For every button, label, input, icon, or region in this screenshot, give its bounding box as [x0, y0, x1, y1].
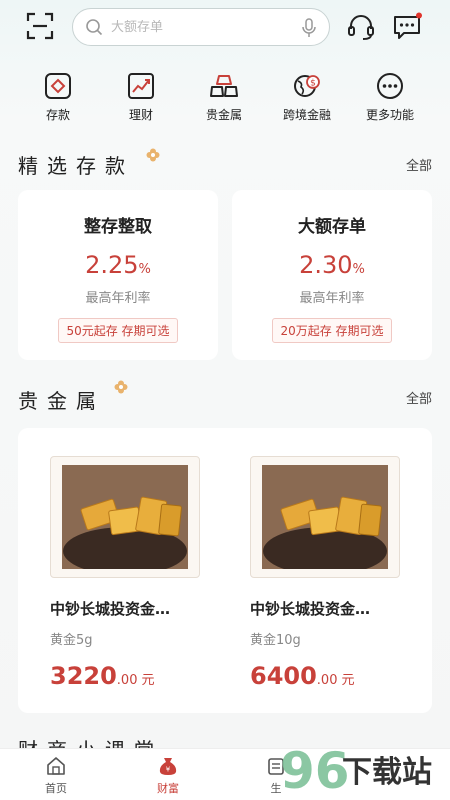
- flower-decoration-icon: [114, 380, 128, 394]
- deposit-rate-label: 最高年利率: [85, 291, 151, 306]
- gold-product-image: [250, 456, 400, 578]
- deposit-rate-label: 最高年利率: [299, 291, 365, 306]
- deposit-icon: [45, 73, 71, 99]
- top-bar: [0, 0, 450, 58]
- quick-item-deposit[interactable]: 存款: [18, 72, 98, 123]
- gold-product-image: [50, 456, 200, 578]
- deposit-card[interactable]: 大额存单 2.30% 最高年利率 20万起存 存期可选: [232, 190, 432, 360]
- gold-bars-image: [62, 465, 188, 569]
- quick-item-label: 理财: [128, 108, 153, 122]
- svg-text:96: 96: [280, 742, 350, 798]
- home-icon: [47, 757, 65, 775]
- deposit-rate: 2.30%: [299, 251, 365, 279]
- deposit-card[interactable]: 整存整取 2.25% 最高年利率 50元起存 存期可选: [18, 190, 218, 360]
- gold-bars-image: [262, 465, 388, 569]
- gold-product-card[interactable]: 中钞长城投资金… 黄金10g 6400.00 元: [250, 456, 400, 690]
- deposit-name: 大额存单: [298, 217, 366, 237]
- search-bar[interactable]: [72, 8, 330, 46]
- customer-service-icon[interactable]: [346, 12, 376, 42]
- gold-product-card[interactable]: 中钞长城投资金… 黄金5g 3220.00 元: [50, 456, 200, 690]
- deposit-tag: 20万起存 存期可选: [272, 318, 392, 343]
- quick-item-label: 存款: [45, 108, 70, 122]
- quick-item-more[interactable]: 更多功能: [350, 72, 430, 123]
- deposits-all-link[interactable]: 全部: [406, 155, 432, 174]
- tab-wealth[interactable]: ¥ 财富: [128, 755, 208, 796]
- wealth-bag-icon: ¥: [159, 758, 177, 775]
- gold-product-spec: 黄金5g: [50, 633, 93, 648]
- globe-dollar-icon: $: [294, 75, 320, 97]
- quick-item-label: 更多功能: [365, 108, 414, 122]
- svg-text:¥: ¥: [166, 766, 171, 774]
- metals-section-title: 贵金属: [18, 389, 105, 413]
- microphone-icon[interactable]: [301, 18, 317, 38]
- more-icon: [377, 73, 403, 99]
- gold-product-price: 3220.00 元: [50, 662, 155, 690]
- watermark-logo: 96 下载站: [280, 742, 432, 798]
- search-input[interactable]: [111, 19, 301, 35]
- unread-dot: [416, 12, 422, 19]
- message-icon[interactable]: [392, 12, 422, 42]
- quick-item-wealth[interactable]: 理财: [101, 72, 181, 123]
- deposit-tag: 50元起存 存期可选: [58, 318, 178, 343]
- chart-icon: [128, 73, 154, 99]
- quick-item-label: 贵金属: [205, 108, 242, 122]
- gold-product-name: 中钞长城投资金…: [250, 600, 371, 618]
- quick-item-crossborder[interactable]: $ 跨境金融: [267, 72, 347, 123]
- scan-icon[interactable]: [26, 12, 54, 40]
- search-icon: [86, 19, 103, 36]
- svg-text:$: $: [310, 79, 316, 89]
- gold-product-spec: 黄金10g: [250, 633, 301, 648]
- svg-text:下载站: 下载站: [342, 755, 432, 790]
- quick-item-label: 跨境金融: [282, 108, 331, 122]
- gold-bars-icon: [210, 75, 238, 97]
- metals-panel: 中钞长城投资金… 黄金5g 3220.00 元 中钞长城投资金… 黄金10g 64…: [18, 428, 432, 713]
- gold-product-name: 中钞长城投资金…: [50, 600, 171, 618]
- deposit-rate: 2.25%: [85, 251, 151, 279]
- tab-label: 首页: [45, 782, 67, 795]
- quick-menu: 存款 理财 贵金属 $ 跨境金融 更多功能: [0, 72, 450, 124]
- tab-home[interactable]: 首页: [16, 755, 96, 796]
- deposit-name: 整存整取: [84, 217, 152, 237]
- gold-product-price: 6400.00 元: [250, 662, 355, 690]
- flower-decoration-icon: [146, 148, 160, 162]
- deposits-section-title: 精选存款: [18, 154, 134, 178]
- tab-label: 财富: [157, 782, 179, 795]
- metals-all-link[interactable]: 全部: [406, 388, 432, 407]
- quick-item-metals[interactable]: 贵金属: [184, 72, 264, 123]
